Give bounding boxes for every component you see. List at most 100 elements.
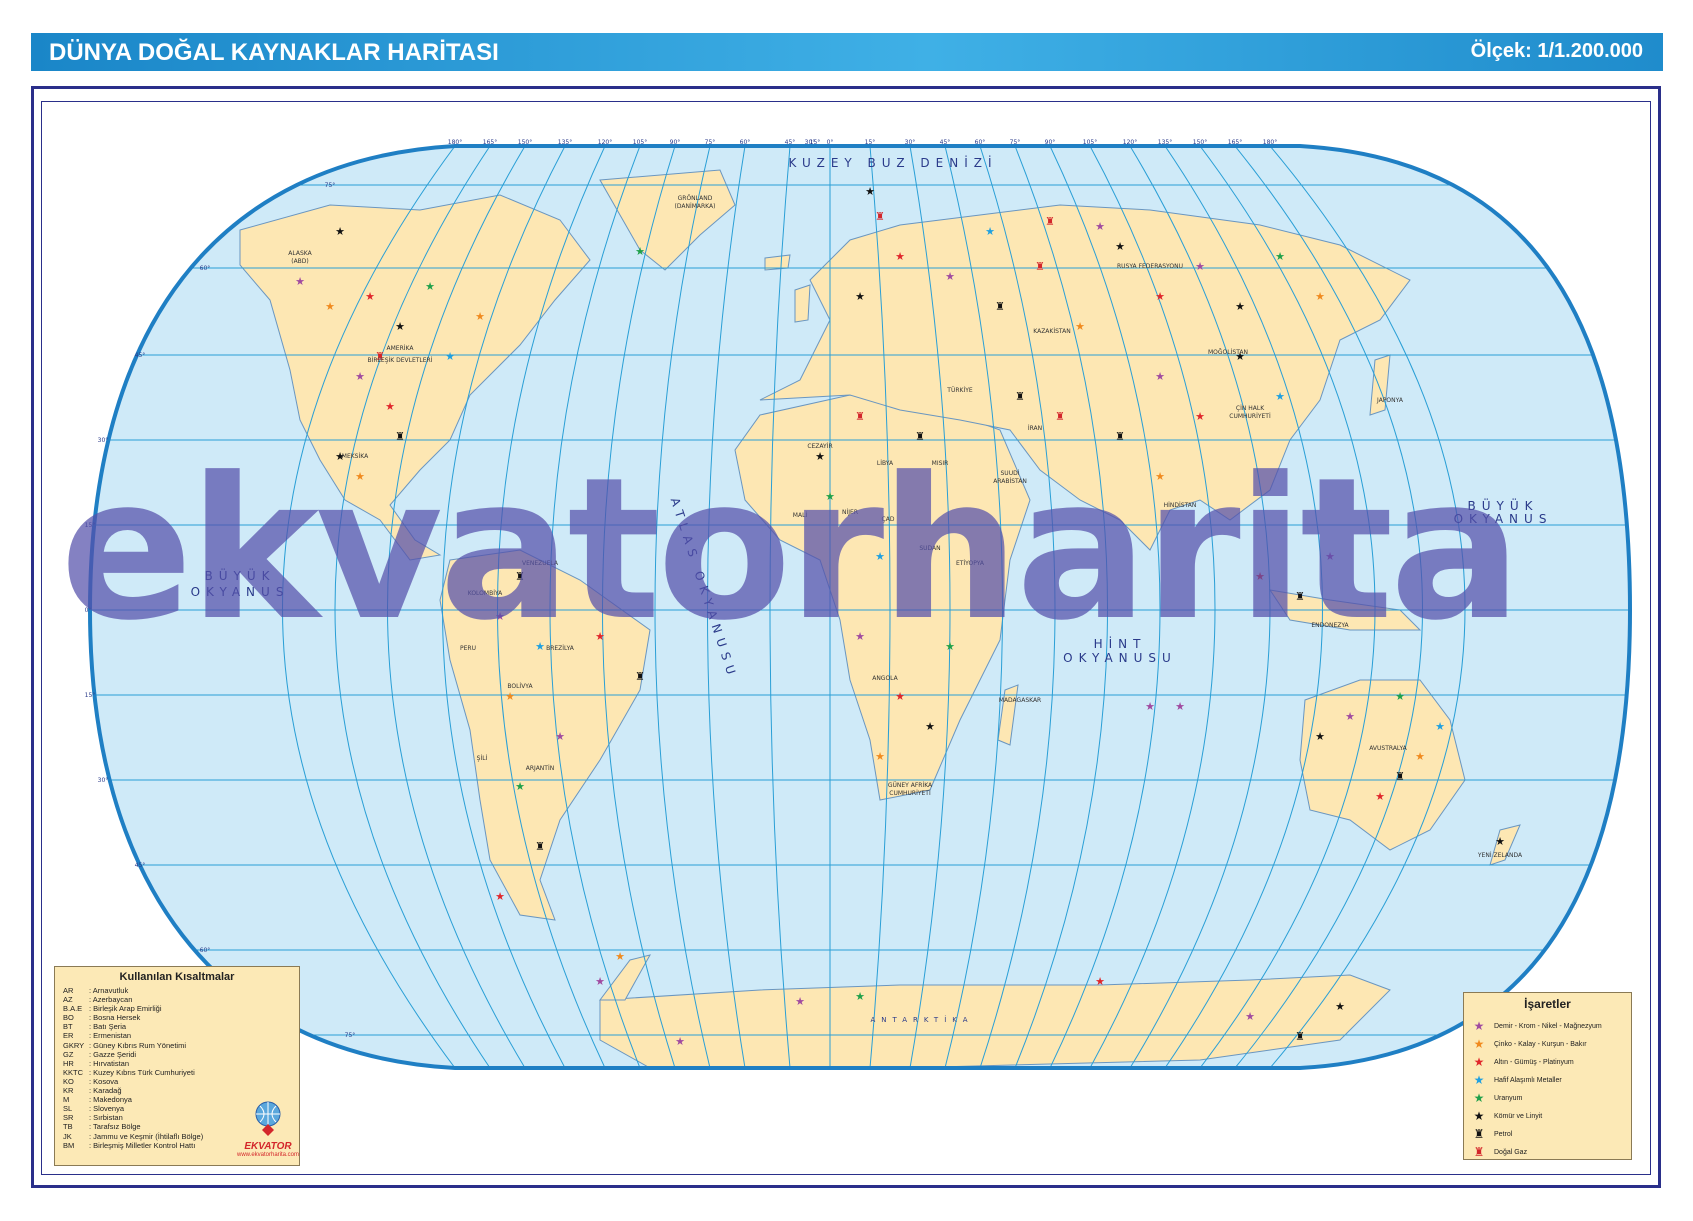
svg-text:★: ★ [1335, 1000, 1345, 1013]
svg-text:★: ★ [895, 690, 905, 703]
svg-text:♜: ♜ [855, 410, 865, 423]
svg-text:★: ★ [395, 320, 405, 333]
svg-text:45°: 45° [785, 139, 796, 146]
legend-label: Uranyum [1494, 1094, 1523, 1102]
svg-text:★: ★ [1235, 300, 1245, 313]
svg-text:★: ★ [355, 370, 365, 383]
abbreviation-value: : Kuzey Kıbrıs Türk Cumhuriyeti [89, 1067, 195, 1077]
abbreviations-title: Kullanılan Kısaltmalar [119, 971, 235, 983]
svg-text:45°: 45° [135, 352, 146, 359]
legend-item: ★ Hafif Alaşımlı Metaller [1464, 1071, 1631, 1089]
legend-box: İşaretler ★ Demir - Krom - Nikel - Mağnez… [1463, 992, 1632, 1160]
svg-text:AVUSTRALYA: AVUSTRALYA [1369, 745, 1407, 752]
svg-text:30°: 30° [905, 139, 916, 146]
legend-label: Kömür ve Linyit [1494, 1112, 1543, 1120]
svg-text:MOĞOLİSTAN: MOĞOLİSTAN [1208, 349, 1248, 356]
abbreviation-value: : Sırbistan [89, 1113, 123, 1123]
svg-text:105°: 105° [633, 139, 647, 146]
legend-item: ★ Demir - Krom - Nikel - Mağnezyum [1464, 1017, 1631, 1035]
svg-text:★: ★ [855, 990, 865, 1003]
svg-text:♜: ♜ [535, 840, 545, 853]
legend-title: İşaretler [1524, 997, 1571, 1011]
svg-text:ÇİN HALK: ÇİN HALK [1236, 405, 1265, 412]
svg-text:★: ★ [675, 1035, 685, 1048]
abbreviation-item: AZ : Azerbaycan [63, 995, 299, 1004]
abbreviation-value: : Gazze Şeridi [89, 1049, 137, 1059]
svg-text:RUSYA FEDERASYONU: RUSYA FEDERASYONU [1117, 263, 1183, 270]
abbreviation-value: : Azerbaycan [89, 995, 133, 1005]
svg-text:★: ★ [1415, 750, 1425, 763]
svg-text:★: ★ [1115, 240, 1125, 253]
svg-text:★: ★ [1195, 410, 1205, 423]
svg-text:150°: 150° [518, 139, 532, 146]
abbreviation-value: : Slovenya [89, 1104, 125, 1114]
star-icon: ★ [1473, 1037, 1485, 1051]
abbreviation-key: AZ [63, 995, 73, 1005]
svg-text:♜: ♜ [1055, 410, 1065, 423]
svg-text:135°: 135° [558, 139, 572, 146]
globe-icon [255, 1101, 281, 1136]
svg-text:★: ★ [505, 690, 515, 703]
abbreviation-key: M [63, 1095, 70, 1105]
svg-text:★: ★ [1245, 1010, 1255, 1023]
abbreviation-key: SL [63, 1104, 73, 1114]
svg-text:★: ★ [1075, 320, 1085, 333]
svg-text:75°: 75° [1010, 139, 1021, 146]
abbreviation-value: : Arnavutluk [89, 986, 129, 995]
legend-label: Doğal Gaz [1494, 1148, 1528, 1156]
legend-label: Demir - Krom - Nikel - Mağnezyum [1494, 1022, 1602, 1030]
abbreviation-key: GZ [63, 1049, 74, 1059]
svg-text:★: ★ [1395, 690, 1405, 703]
legend-item: ♜ Petrol [1464, 1125, 1631, 1143]
abbreviation-value: : Batı Şeria [89, 1022, 127, 1032]
star-icon: ★ [1473, 1019, 1485, 1033]
svg-text:★: ★ [335, 225, 345, 238]
legend-item: ★ Altın - Gümüş - Platinyum [1464, 1053, 1631, 1071]
gas-derrick-icon: ♜ [1473, 1145, 1485, 1159]
abbreviation-value: : Kosova [89, 1076, 119, 1086]
svg-text:★: ★ [1145, 700, 1155, 713]
svg-text:★: ★ [555, 730, 565, 743]
svg-text:★: ★ [1155, 290, 1165, 303]
svg-text:45°: 45° [940, 139, 951, 146]
svg-text:★: ★ [1275, 250, 1285, 263]
svg-text:★: ★ [1155, 370, 1165, 383]
abbreviation-value: : Birleşik Arap Emirliği [89, 1004, 162, 1014]
svg-text:165°: 165° [1228, 139, 1242, 146]
watermark: ekvatorharita [60, 436, 1522, 664]
abbreviation-value: : Güney Kıbrıs Rum Yönetimi [89, 1040, 186, 1050]
svg-text:75°: 75° [345, 1032, 356, 1039]
svg-text:★: ★ [1095, 975, 1105, 988]
antarctica-label: ANTARKTİKA [870, 1015, 973, 1024]
abbreviation-item: HR: Hırvatistan [63, 1059, 299, 1068]
legend-item: ★ Uranyum [1464, 1089, 1631, 1107]
svg-text:30°: 30° [98, 777, 109, 784]
svg-text:75°: 75° [325, 182, 336, 189]
legend-item: ★ Çinko - Kalay - Kurşun - Bakır [1464, 1035, 1631, 1053]
abbreviation-item: BO: Bosna Hersek [63, 1013, 299, 1022]
svg-text:KAZAKİSTAN: KAZAKİSTAN [1033, 328, 1070, 335]
svg-text:GÜNEY AFRİKA: GÜNEY AFRİKA [888, 782, 933, 789]
svg-text:15°: 15° [810, 139, 821, 146]
svg-text:AMERİKA: AMERİKA [387, 345, 415, 352]
legend-item: ★ Kömür ve Linyit [1464, 1107, 1631, 1125]
abbreviation-value: : Birleşmiş Milletler Kontrol Hattı [89, 1140, 196, 1150]
svg-text:45°: 45° [135, 862, 146, 869]
svg-text:★: ★ [945, 270, 955, 283]
svg-text:★: ★ [875, 750, 885, 763]
abbreviation-key: KR [63, 1086, 74, 1096]
abbreviation-value: : Hırvatistan [89, 1058, 130, 1068]
abbreviation-item: BT: Batı Şeria [63, 1022, 299, 1031]
abbreviation-key: GKRY [63, 1040, 85, 1050]
svg-text:★: ★ [1375, 790, 1385, 803]
svg-text:ARJANTİN: ARJANTİN [526, 765, 554, 772]
svg-text:CUMHURİYETİ: CUMHURİYETİ [1229, 413, 1271, 420]
abbreviation-item: GKRY : Güney Kıbrıs Rum Yönetimi [63, 1041, 299, 1050]
svg-text:150°: 150° [1193, 139, 1207, 146]
svg-text:★: ★ [1315, 730, 1325, 743]
abbreviation-key: JK [63, 1131, 72, 1141]
svg-text:★: ★ [1175, 700, 1185, 713]
svg-text:★: ★ [295, 275, 305, 288]
svg-text:BOLİVYA: BOLİVYA [507, 683, 533, 690]
abbreviation-item: B.A.E: Birleşik Arap Emirliği [63, 1004, 299, 1013]
